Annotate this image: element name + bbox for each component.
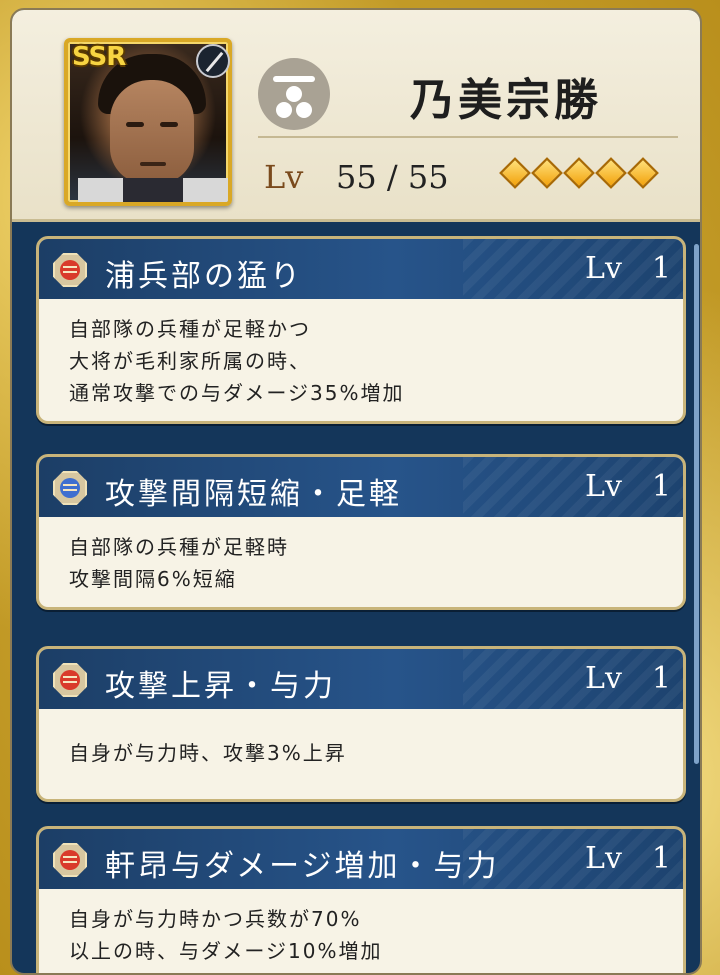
skill-description: 自部隊の兵種が足軽かつ 大将が毛利家所属の時、 通常攻撃での与ダメージ35%増加 [69,317,405,405]
skill-red-icon [53,663,87,697]
skill-list-scrollbar[interactable] [694,244,699,764]
character-name: 乃美宗勝 [410,75,602,126]
portrait-eye-left [126,122,144,127]
skill-name: 攻撃間隔短縮・足軽 [105,477,402,512]
star-icon [595,157,627,189]
spear-icon [196,44,230,78]
skill-header: 浦兵部の猛り Lv 1 [39,239,683,299]
portrait-robe [78,178,228,202]
header-divider [258,136,678,138]
skill-blue-icon [53,471,87,505]
skill-description: 自身が与力時かつ兵数が70% 以上の時、与ダメージ10%増加 [69,907,383,963]
skill-red-icon [53,843,87,877]
star-icon [627,157,659,189]
character-panel: SSR 乃美宗勝 Lv 55 / 55 浦兵部の猛り Lv 1 自部隊の兵種が足… [10,8,702,975]
skill-description: 自部隊の兵種が足軽時 攻撃間隔6%短縮 [69,535,289,591]
skill-level: Lv 1 [585,661,671,696]
skill-card[interactable]: 軒昂与ダメージ増加・与力 Lv 1 自身が与力時かつ兵数が70% 以上の時、与ダメ… [36,826,686,973]
star-icon [563,157,595,189]
level-label: Lv [264,158,304,196]
skill-name: 浦兵部の猛り [105,259,303,294]
skill-level: Lv 1 [585,251,671,286]
skill-card[interactable]: 浦兵部の猛り Lv 1 自部隊の兵種が足軽かつ 大将が毛利家所属の時、 通常攻撃で… [36,236,686,424]
star-icon [531,157,563,189]
skill-description: 自身が与力時、攻撃3%上昇 [69,741,347,765]
portrait-mouth [140,162,166,166]
portrait-face [110,80,194,184]
skill-card[interactable]: 攻撃上昇・与力 Lv 1 自身が与力時、攻撃3%上昇 [36,646,686,802]
skill-name: 軒昂与ダメージ増加・与力 [105,849,500,884]
skill-card[interactable]: 攻撃間隔短縮・足軽 Lv 1 自部隊の兵種が足軽時 攻撃間隔6%短縮 [36,454,686,610]
skill-header: 軒昂与ダメージ増加・与力 Lv 1 [39,829,683,889]
portrait-eye-right [160,122,178,127]
character-header: SSR 乃美宗勝 Lv 55 / 55 [12,10,700,222]
star-icon [499,157,531,189]
level-value: 55 / 55 [336,158,449,196]
skill-header: 攻撃間隔短縮・足軽 Lv 1 [39,457,683,517]
rarity-badge: SSR [72,42,126,72]
family-crest-icon [258,58,330,130]
skill-level: Lv 1 [585,841,671,876]
skill-level: Lv 1 [585,469,671,504]
skill-header: 攻撃上昇・与力 Lv 1 [39,649,683,709]
skill-name: 攻撃上昇・与力 [105,669,336,704]
skill-list[interactable]: 浦兵部の猛り Lv 1 自部隊の兵種が足軽かつ 大将が毛利家所属の時、 通常攻撃で… [36,236,686,973]
star-rating [499,157,659,189]
skill-red-icon [53,253,87,287]
